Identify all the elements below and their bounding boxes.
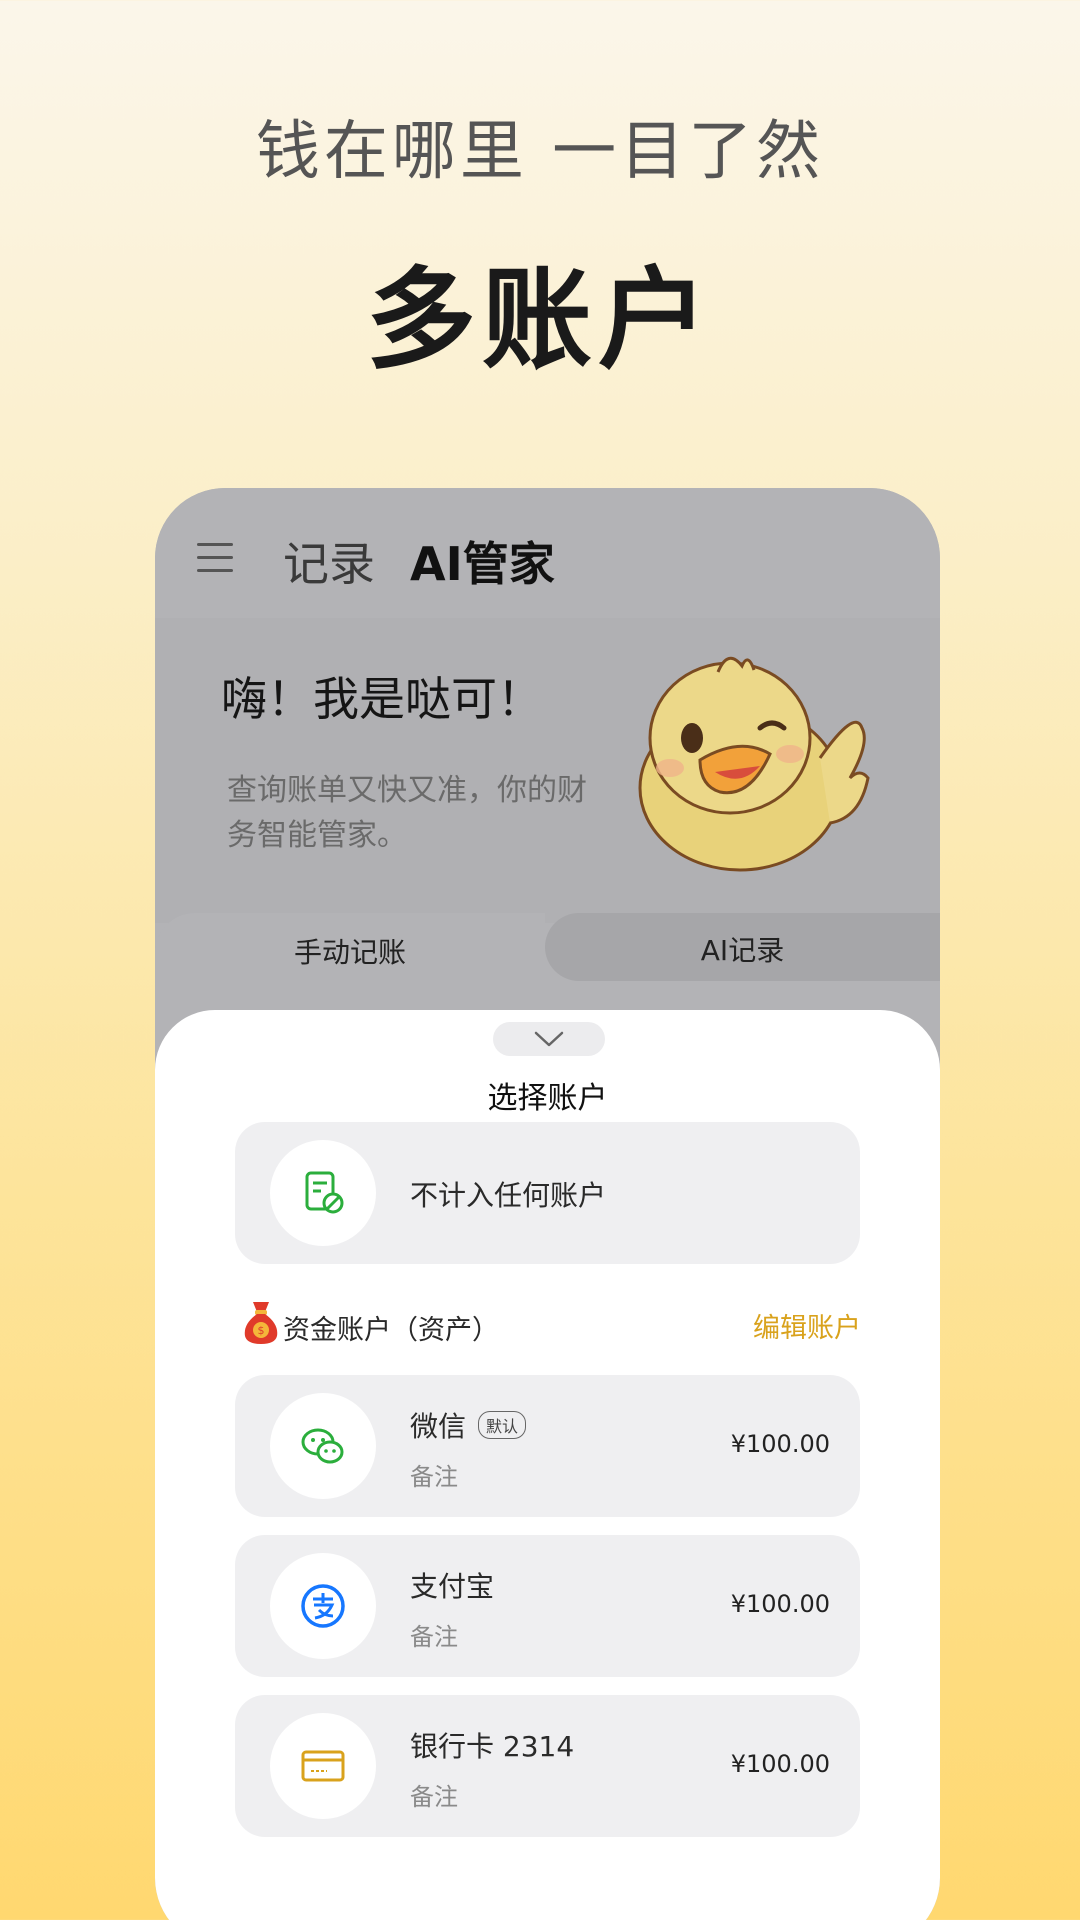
hero-banner: 嗨！我是哒可！ 查询账单又快又准，你的财务智能管家。 [155,618,940,923]
greeting-text: 嗨！我是哒可！ [221,672,543,726]
icon-circle [270,1140,376,1246]
top-bar: 记录 AI管家 [155,488,940,618]
account-row-alipay[interactable]: 支付宝 备注 ¥100.00 [235,1535,860,1677]
icon-circle [270,1713,376,1819]
no-account-option[interactable]: 不计入任何账户 [235,1122,860,1264]
tab-ai-record[interactable]: AI记录 [545,913,940,981]
phone-screen: 记录 AI管家 嗨！我是哒可！ 查询账单又快又准，你的财务智能管家。 手动记账 … [155,488,940,1920]
account-name-text: 微信 [410,1410,467,1443]
no-account-label: 不计入任何账户 [410,1179,607,1212]
chevron-down-icon [534,1031,564,1047]
account-amount: ¥100.00 [730,1430,830,1458]
account-name: 微信 默认 [410,1405,527,1445]
hero-description: 查询账单又快又准，你的财务智能管家。 [227,773,587,853]
sheet-title: 选择账户 [487,1081,608,1116]
menu-icon[interactable] [197,543,233,572]
tab-manual-entry[interactable]: 手动记账 [155,913,545,1023]
funds-section-header: $ 资金账户（资产） 编辑账户 [241,1298,861,1348]
account-note: 备注 [410,1783,458,1811]
icon-circle [270,1553,376,1659]
account-note: 备注 [410,1463,458,1491]
sheet-collapse-handle[interactable] [493,1022,605,1056]
no-account-icon [305,1171,344,1214]
tab-record[interactable]: 记录 [283,528,375,594]
promo-subtitle: 钱在哪里 一目了然 [255,115,825,189]
edit-accounts-link[interactable]: 编辑账户 [753,1306,861,1345]
icon-circle [270,1393,376,1499]
account-note: 备注 [410,1623,458,1651]
account-name: 银行卡 2314 [410,1730,575,1763]
account-row-wechat[interactable]: 微信 默认 备注 ¥100.00 [235,1375,860,1517]
funds-section-label: 资金账户（资产） [283,1315,499,1346]
alipay-icon [301,1584,345,1628]
account-picker-sheet: 选择账户 不计入任何账户 $ 资金账户（资产） 编辑账户 微信 默认 备注 ¥1… [155,1010,940,1920]
money-bag-icon: $ [244,1302,278,1344]
account-name: 支付宝 [410,1570,495,1603]
duck-mascot-icon [638,656,870,872]
svg-text:$: $ [258,1324,265,1337]
account-amount: ¥100.00 [730,1590,830,1618]
tab-ai-butler[interactable]: AI管家 [410,528,555,594]
account-amount: ¥100.00 [730,1750,830,1778]
promo-headline: 多账户 [366,256,714,384]
mode-switch: 手动记账 AI记录 [155,913,940,1023]
wechat-icon [301,1428,344,1464]
default-badge: 默认 [478,1411,527,1439]
bank-card-icon [301,1750,345,1782]
account-row-bank-card[interactable]: 银行卡 2314 备注 ¥100.00 [235,1695,860,1837]
